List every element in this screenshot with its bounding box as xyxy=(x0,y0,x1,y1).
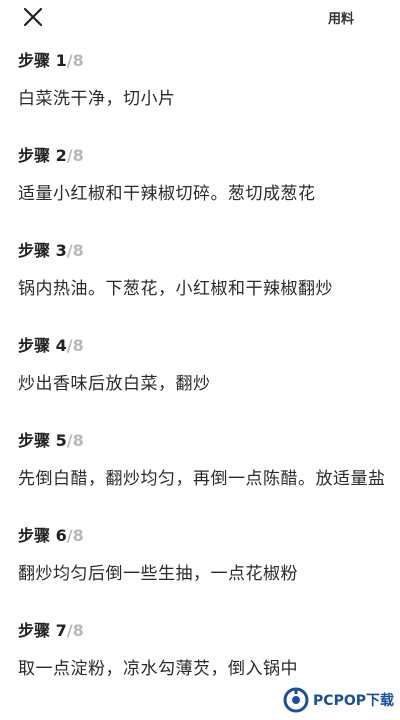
step-total: /8 xyxy=(66,431,84,450)
step-title: 步骤 5/8 xyxy=(18,430,388,452)
pcpop-logo-icon xyxy=(283,687,310,713)
watermark-text: PCPOP下载 xyxy=(313,693,394,709)
step-label: 步骤 5 xyxy=(18,431,67,450)
step-title: 步骤 2/8 xyxy=(18,145,388,167)
step-text: 先倒白醋，翻炒均匀，再倒一点陈醋。放适量盐 xyxy=(18,469,386,489)
step-text: 炒出香味后放白菜，翻炒 xyxy=(18,374,211,394)
step-item: 步骤 6/8 翻炒均匀后倒一些生抽，一点花椒粉 xyxy=(18,525,388,590)
step-label: 步骤 2 xyxy=(18,146,67,165)
step-label: 步骤 4 xyxy=(18,336,67,355)
step-title: 步骤 3/8 xyxy=(18,240,388,262)
step-total: /8 xyxy=(66,526,84,545)
step-total: /8 xyxy=(66,336,84,355)
step-title: 步骤 6/8 xyxy=(18,525,388,547)
step-label: 步骤 3 xyxy=(18,241,67,260)
close-button[interactable] xyxy=(22,6,44,28)
step-total: /8 xyxy=(66,621,84,640)
ingredients-button[interactable]: 用料 xyxy=(328,8,354,27)
close-icon xyxy=(23,7,43,27)
step-text: 翻炒均匀后倒一些生抽，一点花椒粉 xyxy=(18,564,298,584)
top-bar: 用料 xyxy=(0,0,400,36)
step-label: 步骤 6 xyxy=(18,526,67,545)
step-text: 取一点淀粉，凉水勾薄芡，倒入锅中 xyxy=(18,659,298,679)
step-text: 白菜洗干净，切小片 xyxy=(18,89,176,109)
step-text: 适量小红椒和干辣椒切碎。葱切成葱花 xyxy=(18,184,316,204)
step-title: 步骤 4/8 xyxy=(18,335,388,357)
step-text: 锅内热油。下葱花，小红椒和干辣椒翻炒 xyxy=(18,279,333,299)
step-item: 步骤 5/8 先倒白醋，翻炒均匀，再倒一点陈醋。放适量盐 xyxy=(18,430,388,495)
step-item: 步骤 2/8 适量小红椒和干辣椒切碎。葱切成葱花 xyxy=(18,145,388,210)
step-label: 步骤 1 xyxy=(18,51,67,70)
step-item: 步骤 3/8 锅内热油。下葱花，小红椒和干辣椒翻炒 xyxy=(18,240,388,305)
step-total: /8 xyxy=(66,241,84,260)
step-label: 步骤 7 xyxy=(18,621,67,640)
step-title: 步骤 1/8 xyxy=(18,50,388,72)
step-item: 步骤 1/8 白菜洗干净，切小片 xyxy=(18,50,388,115)
step-item: 步骤 4/8 炒出香味后放白菜，翻炒 xyxy=(18,335,388,400)
step-total: /8 xyxy=(66,146,84,165)
step-item: 步骤 7/8 取一点淀粉，凉水勾薄芡，倒入锅中 xyxy=(18,620,388,685)
step-title: 步骤 7/8 xyxy=(18,620,388,642)
steps-list: 步骤 1/8 白菜洗干净，切小片 步骤 2/8 适量小红椒和干辣椒切碎。葱切成葱… xyxy=(18,50,388,715)
watermark: PCPOP下载 xyxy=(283,682,394,718)
step-total: /8 xyxy=(66,51,84,70)
